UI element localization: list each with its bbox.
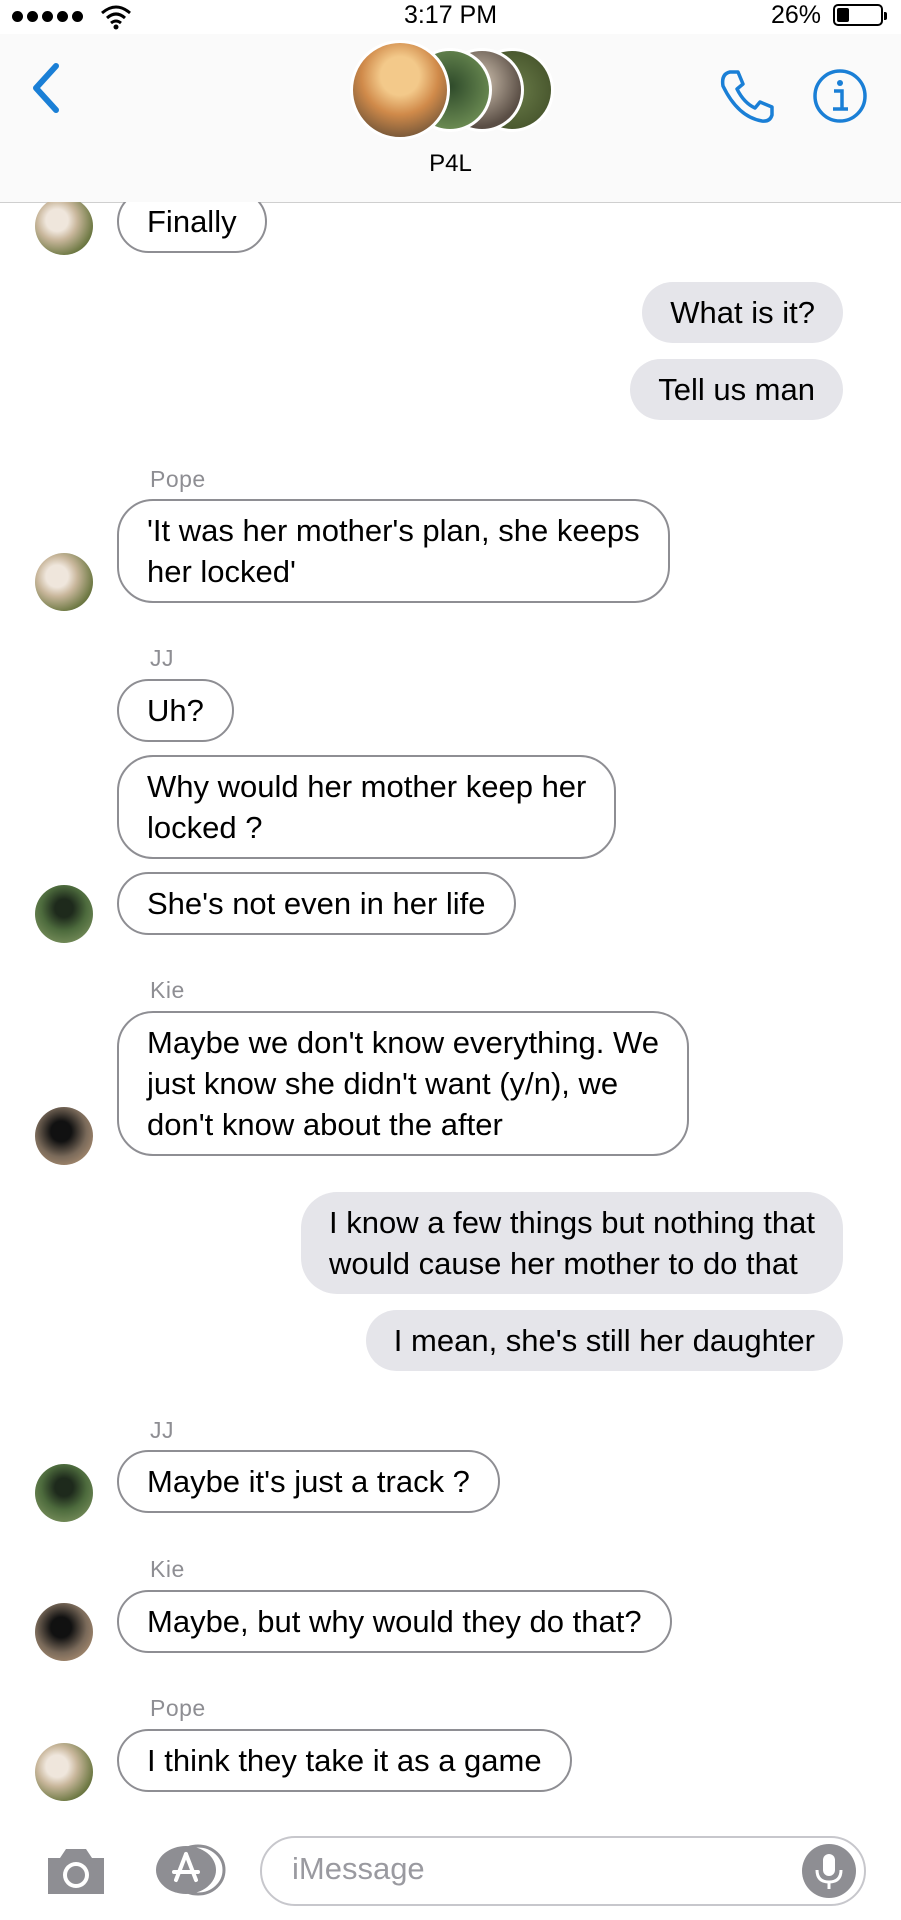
- avatar[interactable]: [35, 1107, 93, 1165]
- message-text: I know a few things but nothing that: [329, 1205, 815, 1240]
- avatar[interactable]: [35, 202, 93, 255]
- battery-icon: [833, 4, 887, 26]
- avatar[interactable]: [35, 1743, 93, 1801]
- camera-icon[interactable]: [44, 1844, 108, 1898]
- status-time: 3:17 PM: [403, 1, 498, 29]
- group-avatar-1: [350, 40, 450, 140]
- sender-name: JJ: [150, 645, 174, 671]
- message-text: her locked': [147, 554, 296, 589]
- message-text: Tell us man: [658, 372, 815, 407]
- sender-name: Pope: [150, 466, 206, 492]
- message-text: Maybe we don't know everything. We: [147, 1025, 659, 1060]
- message-input-container[interactable]: [260, 1836, 866, 1906]
- message-text: Why would her mother keep her: [147, 769, 587, 804]
- group-avatars[interactable]: [350, 40, 560, 140]
- chevron-left-icon[interactable]: [28, 62, 64, 114]
- avatar[interactable]: [35, 1464, 93, 1522]
- incoming-message[interactable]: Why would her mother keep her locked ?: [117, 755, 617, 859]
- group-name[interactable]: P4L: [0, 150, 901, 178]
- sender-name: Kie: [150, 1556, 185, 1582]
- microphone-icon: [815, 1854, 843, 1889]
- app-store-icon[interactable]: [150, 1844, 226, 1896]
- message-input[interactable]: [290, 1850, 774, 1888]
- avatar[interactable]: [35, 1603, 93, 1661]
- outgoing-message[interactable]: Tell us man: [630, 359, 843, 420]
- compose-bar: [0, 1822, 901, 1920]
- message-text: don't know about the after: [147, 1107, 503, 1142]
- message-text: Maybe it's just a track ?: [147, 1464, 470, 1499]
- message-text: She's not even in her life: [147, 886, 486, 921]
- phone-icon[interactable]: [716, 66, 776, 126]
- outgoing-message[interactable]: What is it?: [642, 282, 843, 343]
- incoming-message[interactable]: Uh?: [117, 679, 234, 742]
- incoming-message[interactable]: 'It was her mother's plan, she keeps her…: [117, 499, 670, 603]
- incoming-message[interactable]: She's not even in her life: [117, 872, 516, 935]
- message-text: locked ?: [147, 810, 263, 845]
- incoming-message[interactable]: I think they take it as a game: [117, 1729, 572, 1792]
- avatar[interactable]: [35, 553, 93, 611]
- incoming-message[interactable]: Maybe, but why would they do that?: [117, 1590, 672, 1653]
- message-text: Uh?: [147, 693, 204, 728]
- outgoing-message[interactable]: I know a few things but nothing that wou…: [301, 1192, 843, 1294]
- message-text: I mean, she's still her daughter: [393, 1323, 815, 1358]
- message-text: just know she didn't want (y/n), we: [147, 1066, 619, 1101]
- battery-percentage: 26%: [770, 1, 821, 29]
- microphone-button[interactable]: [802, 1844, 856, 1898]
- avatar[interactable]: [35, 885, 93, 943]
- message-text: 'It was her mother's plan, she keeps: [147, 513, 640, 548]
- message-list[interactable]: Finally What is it? Tell us man Pope 'It…: [0, 202, 901, 1822]
- message-text: Maybe, but why would they do that?: [147, 1604, 642, 1639]
- sender-name: JJ: [150, 1417, 174, 1443]
- outgoing-message[interactable]: I mean, she's still her daughter: [365, 1310, 843, 1371]
- status-bar: 3:17 PM 26%: [0, 0, 901, 34]
- sender-name: Kie: [150, 977, 185, 1003]
- info-icon[interactable]: [812, 68, 868, 124]
- message-text: Finally: [147, 204, 237, 239]
- message-text: What is it?: [670, 295, 815, 330]
- message-text: would cause her mother to do that: [329, 1246, 798, 1281]
- incoming-message[interactable]: Finally: [117, 202, 267, 253]
- conversation-header: P4L: [0, 34, 901, 203]
- message-text: I think they take it as a game: [147, 1743, 542, 1778]
- sender-name: Pope: [150, 1695, 206, 1721]
- incoming-message[interactable]: Maybe it's just a track ?: [117, 1450, 500, 1513]
- incoming-message[interactable]: Maybe we don't know everything. We just …: [117, 1011, 689, 1156]
